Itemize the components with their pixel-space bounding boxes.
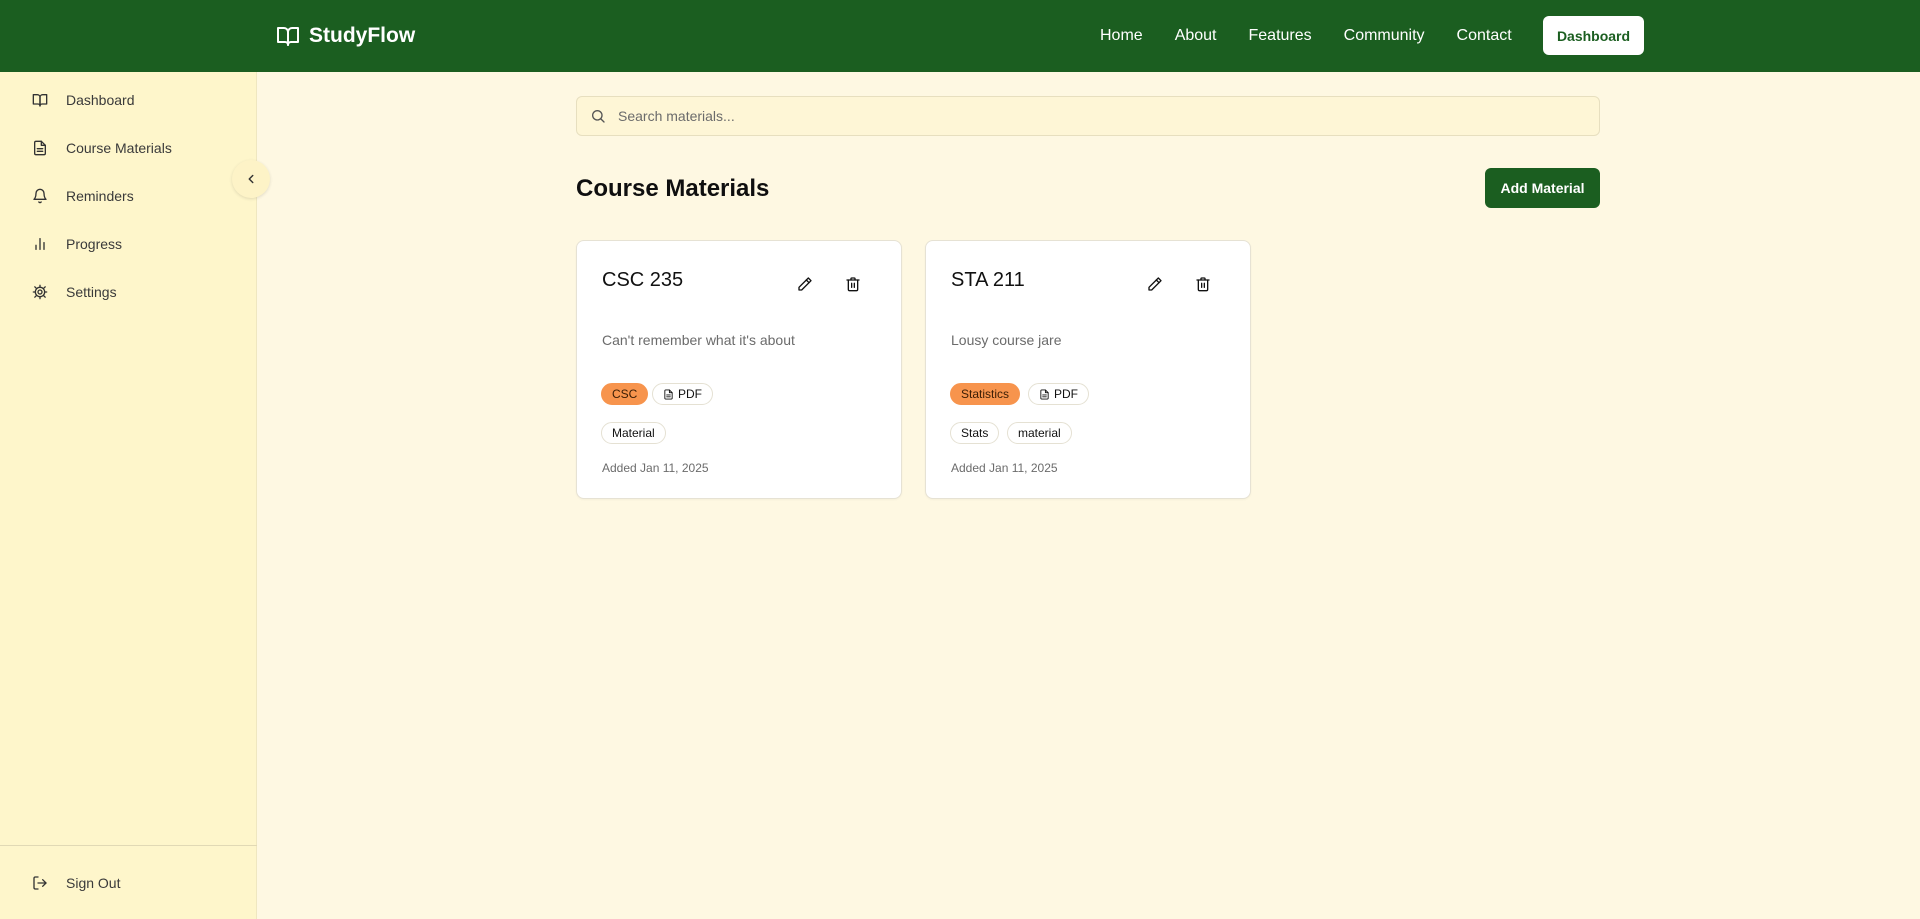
material-title: CSC 235 bbox=[602, 269, 684, 291]
material-card: STA 211 Lousy course jare Statistics PDF… bbox=[925, 240, 1251, 499]
file-icon bbox=[664, 388, 673, 400]
file-icon bbox=[1040, 388, 1049, 400]
trash-icon bbox=[846, 277, 860, 292]
nav-link-contact[interactable]: Contact bbox=[1457, 27, 1512, 45]
dashboard-button[interactable]: Dashboard bbox=[1543, 16, 1644, 55]
material-description: Can't remember what it's about bbox=[602, 332, 795, 348]
delete-button[interactable] bbox=[842, 273, 864, 295]
nav-link-home[interactable]: Home bbox=[1100, 27, 1143, 45]
edit-button[interactable] bbox=[794, 273, 816, 295]
sidebar-item-label: Dashboard bbox=[66, 92, 135, 108]
sign-out-button[interactable]: Sign Out bbox=[0, 863, 257, 903]
sidebar-item-course-materials[interactable]: Course Materials bbox=[0, 128, 257, 168]
gear-icon bbox=[32, 284, 48, 300]
nav-link-about[interactable]: About bbox=[1175, 27, 1217, 45]
sidebar: Dashboard Course Materials Reminders Pro… bbox=[0, 72, 257, 919]
file-text-icon bbox=[34, 140, 46, 156]
sidebar-item-label: Settings bbox=[66, 284, 117, 300]
file-type-badge: PDF bbox=[652, 383, 713, 405]
pencil-icon bbox=[798, 277, 812, 291]
delete-button[interactable] bbox=[1192, 273, 1214, 295]
sidebar-divider bbox=[0, 845, 257, 846]
tag-badge: material bbox=[1007, 422, 1072, 444]
material-title: STA 211 bbox=[951, 269, 1025, 291]
added-date: Added Jan 11, 2025 bbox=[602, 461, 709, 475]
top-navbar: StudyFlow Home About Features Community … bbox=[0, 0, 1920, 72]
add-material-button[interactable]: Add Material bbox=[1485, 168, 1600, 208]
book-open-icon bbox=[277, 27, 299, 46]
sidebar-item-settings[interactable]: Settings bbox=[0, 272, 257, 312]
trash-icon bbox=[1196, 277, 1210, 292]
book-open-icon bbox=[32, 94, 48, 107]
material-card: CSC 235 Can't remember what it's about C… bbox=[576, 240, 902, 499]
file-type-badge: PDF bbox=[1028, 383, 1089, 405]
log-out-icon bbox=[33, 876, 47, 890]
tag-badge: Stats bbox=[950, 422, 1000, 444]
file-type-label: PDF bbox=[1054, 387, 1078, 401]
sidebar-item-reminders[interactable]: Reminders bbox=[0, 176, 257, 216]
bar-chart-icon bbox=[35, 238, 45, 250]
sidebar-item-label: Course Materials bbox=[66, 140, 172, 156]
category-badge: Statistics bbox=[950, 383, 1021, 405]
bell-icon bbox=[33, 188, 47, 204]
sidebar-item-dashboard[interactable]: Dashboard bbox=[0, 80, 257, 120]
nav-links: Home About Features Community Contact bbox=[1100, 0, 1544, 72]
search-bar bbox=[576, 96, 1600, 136]
chevron-left-icon bbox=[248, 174, 254, 184]
added-date: Added Jan 11, 2025 bbox=[951, 461, 1058, 475]
sidebar-collapse-button[interactable] bbox=[232, 160, 270, 198]
sign-out-label: Sign Out bbox=[66, 875, 121, 891]
sidebar-item-progress[interactable]: Progress bbox=[0, 224, 257, 264]
brand-name: StudyFlow bbox=[309, 24, 416, 47]
category-badge: CSC bbox=[601, 383, 649, 405]
sidebar-item-label: Reminders bbox=[66, 188, 134, 204]
pencil-icon bbox=[1148, 277, 1162, 291]
search-input[interactable] bbox=[618, 108, 1578, 124]
file-type-label: PDF bbox=[678, 387, 702, 401]
tag-badge: Material bbox=[601, 422, 666, 444]
sidebar-item-label: Progress bbox=[66, 236, 123, 252]
search-icon bbox=[592, 110, 605, 123]
nav-link-community[interactable]: Community bbox=[1344, 27, 1425, 45]
material-description: Lousy course jare bbox=[951, 332, 1062, 348]
edit-button[interactable] bbox=[1144, 273, 1166, 295]
page-title: Course Materials bbox=[576, 175, 770, 202]
brand-logo[interactable]: StudyFlow bbox=[276, 0, 415, 72]
nav-link-features[interactable]: Features bbox=[1249, 27, 1312, 45]
